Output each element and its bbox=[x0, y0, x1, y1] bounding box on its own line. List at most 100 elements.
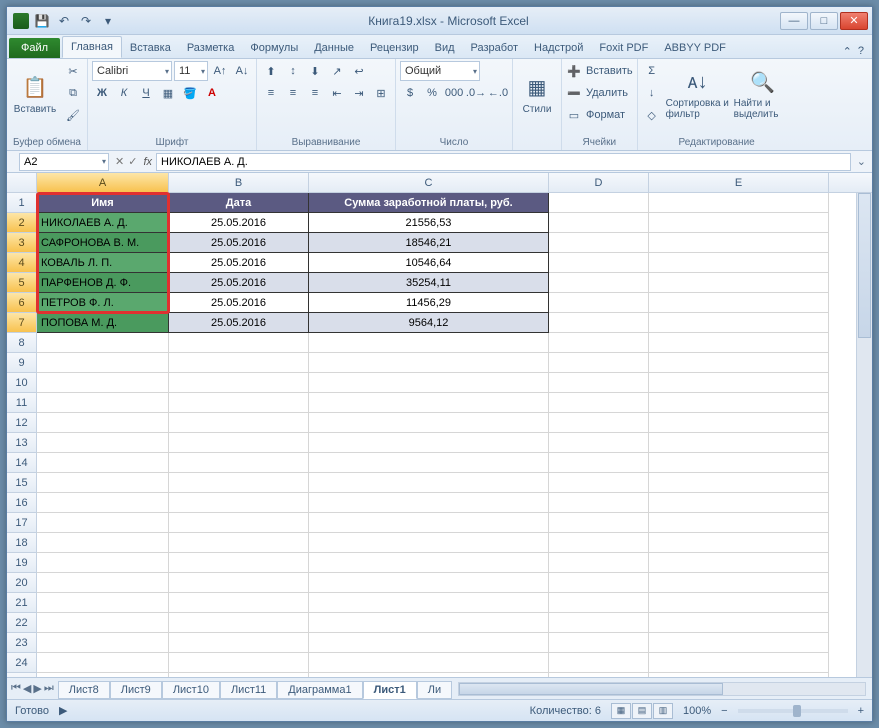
cell-b5[interactable]: 25.05.2016 bbox=[169, 273, 309, 293]
ribbon-minimize[interactable]: ⌃ bbox=[843, 45, 852, 58]
cell-a20[interactable] bbox=[37, 573, 169, 593]
col-header-d[interactable]: D bbox=[549, 173, 649, 192]
cell-a6[interactable]: ПЕТРОВ Ф. Л. bbox=[37, 293, 169, 313]
cell-b1[interactable]: Дата bbox=[169, 193, 309, 213]
cell-d9[interactable] bbox=[549, 353, 649, 373]
confirm-formula-icon[interactable]: ✓ bbox=[128, 155, 137, 168]
tab-formulas[interactable]: Формулы bbox=[242, 38, 306, 58]
row-header-17[interactable]: 17 bbox=[7, 513, 37, 533]
cell-d17[interactable] bbox=[549, 513, 649, 533]
sort-filter-button[interactable]: ᴀ↓ Сортировка и фильтр bbox=[666, 61, 730, 127]
cell-b21[interactable] bbox=[169, 593, 309, 613]
clear-button[interactable]: ◇ bbox=[642, 105, 662, 125]
row-header-1[interactable]: 1 bbox=[7, 193, 37, 213]
cell-d11[interactable] bbox=[549, 393, 649, 413]
cell-c2[interactable]: 21556,53 bbox=[309, 213, 549, 233]
cell-a5[interactable]: ПАРФЕНОВ Д. Ф. bbox=[37, 273, 169, 293]
cell-d18[interactable] bbox=[549, 533, 649, 553]
cell-a23[interactable] bbox=[37, 633, 169, 653]
increase-decimal-button[interactable]: .0→ bbox=[466, 83, 486, 103]
row-header-25[interactable]: 25 bbox=[7, 673, 37, 677]
orientation-button[interactable]: ↗ bbox=[327, 61, 347, 81]
cell-e2[interactable] bbox=[649, 213, 829, 233]
cell-d15[interactable] bbox=[549, 473, 649, 493]
cell-c16[interactable] bbox=[309, 493, 549, 513]
sheet-tab-диаграмма1[interactable]: Диаграмма1 bbox=[277, 681, 362, 699]
sheet-tab-лист10[interactable]: Лист10 bbox=[162, 681, 220, 699]
cell-c20[interactable] bbox=[309, 573, 549, 593]
row-header-6[interactable]: 6 bbox=[7, 293, 37, 313]
align-top-button[interactable]: ⬆ bbox=[261, 61, 281, 81]
cell-e19[interactable] bbox=[649, 553, 829, 573]
zoom-percent[interactable]: 100% bbox=[683, 705, 711, 717]
cell-c24[interactable] bbox=[309, 653, 549, 673]
row-header-9[interactable]: 9 bbox=[7, 353, 37, 373]
cell-b3[interactable]: 25.05.2016 bbox=[169, 233, 309, 253]
decrease-decimal-button[interactable]: ←.0 bbox=[488, 83, 508, 103]
fill-button[interactable]: ↓ bbox=[642, 83, 662, 103]
increase-font-button[interactable]: A↑ bbox=[210, 61, 230, 81]
format-cells-button[interactable]: ▭Формат bbox=[566, 105, 633, 125]
cell-d24[interactable] bbox=[549, 653, 649, 673]
row-header-22[interactable]: 22 bbox=[7, 613, 37, 633]
sheet-nav-next[interactable]: ▶ bbox=[33, 682, 41, 695]
decrease-font-button[interactable]: A↓ bbox=[232, 61, 252, 81]
cell-a14[interactable] bbox=[37, 453, 169, 473]
align-middle-button[interactable]: ↕ bbox=[283, 61, 303, 81]
tab-data[interactable]: Данные bbox=[306, 38, 362, 58]
cell-a3[interactable]: САФРОНОВА В. М. bbox=[37, 233, 169, 253]
cell-e8[interactable] bbox=[649, 333, 829, 353]
row-header-19[interactable]: 19 bbox=[7, 553, 37, 573]
cell-c1[interactable]: Сумма заработной платы, руб. bbox=[309, 193, 549, 213]
cell-a15[interactable] bbox=[37, 473, 169, 493]
view-layout-button[interactable]: ▤ bbox=[632, 703, 652, 719]
sheet-tab-лист8[interactable]: Лист8 bbox=[58, 681, 110, 699]
cell-a22[interactable] bbox=[37, 613, 169, 633]
cell-a25[interactable] bbox=[37, 673, 169, 677]
align-center-button[interactable]: ≡ bbox=[283, 83, 303, 103]
row-header-7[interactable]: 7 bbox=[7, 313, 37, 333]
cell-e6[interactable] bbox=[649, 293, 829, 313]
row-header-11[interactable]: 11 bbox=[7, 393, 37, 413]
help-button[interactable]: ? bbox=[858, 45, 864, 58]
sheet-nav-prev[interactable]: ◀ bbox=[23, 682, 31, 695]
cell-b9[interactable] bbox=[169, 353, 309, 373]
cell-c25[interactable] bbox=[309, 673, 549, 677]
cell-a2[interactable]: НИКОЛАЕВ А. Д. bbox=[37, 213, 169, 233]
font-color-button[interactable]: A bbox=[202, 83, 222, 103]
cell-b22[interactable] bbox=[169, 613, 309, 633]
tab-insert[interactable]: Вставка bbox=[122, 38, 179, 58]
sheet-nav-last[interactable]: ⏭ bbox=[44, 682, 54, 695]
vscroll-thumb[interactable] bbox=[858, 193, 871, 338]
cell-d3[interactable] bbox=[549, 233, 649, 253]
cell-b15[interactable] bbox=[169, 473, 309, 493]
cell-a1[interactable]: Имя bbox=[37, 193, 169, 213]
row-header-14[interactable]: 14 bbox=[7, 453, 37, 473]
row-header-2[interactable]: 2 bbox=[7, 213, 37, 233]
cell-a21[interactable] bbox=[37, 593, 169, 613]
tab-abbyy[interactable]: ABBYY PDF bbox=[656, 38, 734, 58]
cell-a4[interactable]: КОВАЛЬ Л. П. bbox=[37, 253, 169, 273]
merge-button[interactable]: ⊞ bbox=[371, 83, 391, 103]
cell-e17[interactable] bbox=[649, 513, 829, 533]
cell-b12[interactable] bbox=[169, 413, 309, 433]
formula-input[interactable]: НИКОЛАЕВ А. Д. bbox=[156, 153, 851, 171]
status-macro-icon[interactable]: ▶ bbox=[59, 704, 67, 717]
row-header-8[interactable]: 8 bbox=[7, 333, 37, 353]
cell-d8[interactable] bbox=[549, 333, 649, 353]
cell-b16[interactable] bbox=[169, 493, 309, 513]
cell-c19[interactable] bbox=[309, 553, 549, 573]
cell-b11[interactable] bbox=[169, 393, 309, 413]
cell-d4[interactable] bbox=[549, 253, 649, 273]
cancel-formula-icon[interactable]: ✕ bbox=[115, 155, 124, 168]
row-header-13[interactable]: 13 bbox=[7, 433, 37, 453]
cell-c10[interactable] bbox=[309, 373, 549, 393]
sheet-tab-лист9[interactable]: Лист9 bbox=[110, 681, 162, 699]
cell-e7[interactable] bbox=[649, 313, 829, 333]
cell-c11[interactable] bbox=[309, 393, 549, 413]
cell-b25[interactable] bbox=[169, 673, 309, 677]
cell-e11[interactable] bbox=[649, 393, 829, 413]
col-header-e[interactable]: E bbox=[649, 173, 829, 192]
row-header-15[interactable]: 15 bbox=[7, 473, 37, 493]
format-painter-button[interactable]: 🖌 bbox=[63, 105, 83, 125]
